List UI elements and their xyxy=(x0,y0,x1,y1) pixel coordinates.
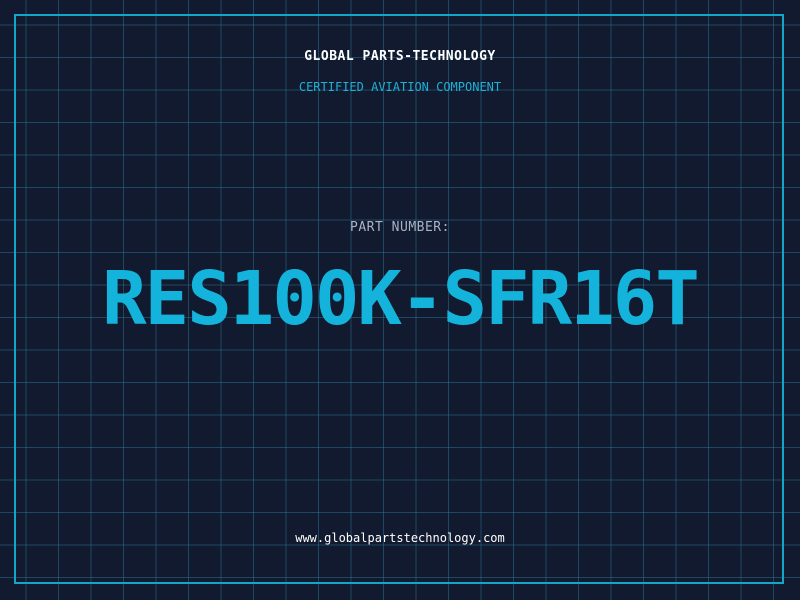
part-number-value: RES100K-SFR16T xyxy=(102,256,700,342)
certification-subtitle: CERTIFIED AVIATION COMPONENT xyxy=(298,80,502,94)
certificate-canvas: GLOBAL PARTS-TECHNOLOGY CERTIFIED AVIATI… xyxy=(0,0,800,600)
part-number-label: PART NUMBER: xyxy=(350,220,450,235)
company-name: GLOBAL PARTS-TECHNOLOGY xyxy=(304,49,496,64)
website-url: www.globalpartstechnology.com xyxy=(295,531,505,545)
